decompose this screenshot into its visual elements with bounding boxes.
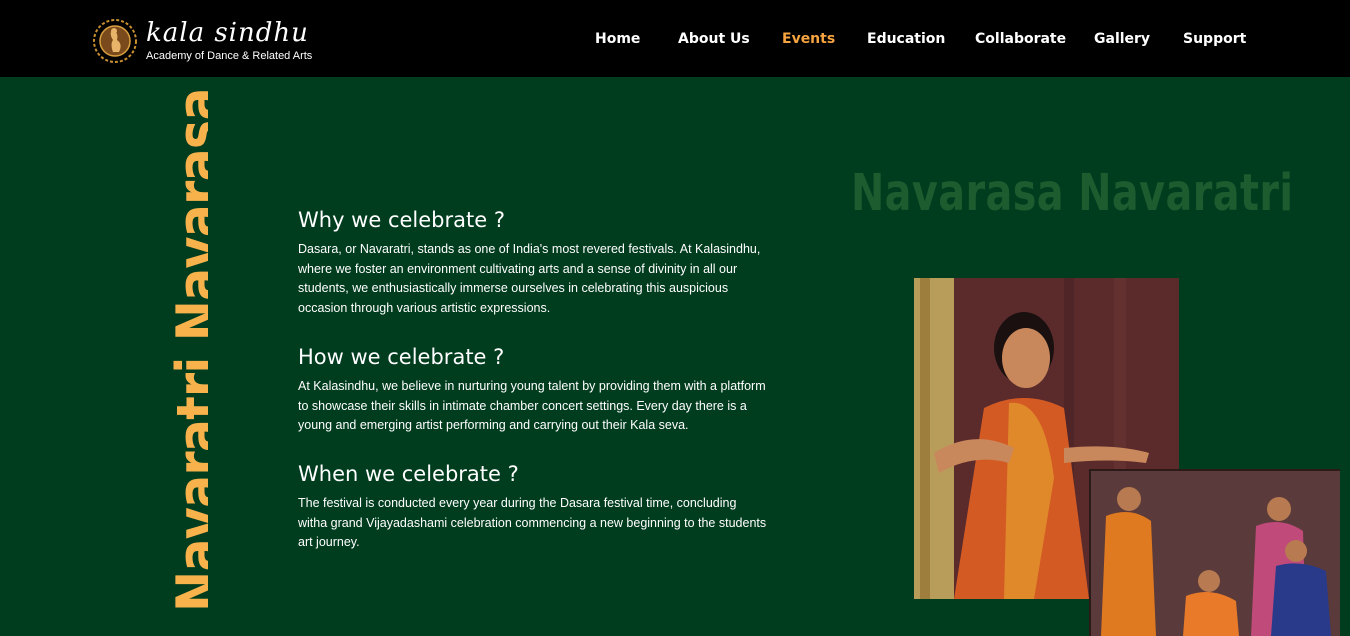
section-why: Why we celebrate ? Dasara, or Navaratri,… — [298, 206, 768, 319]
brand-tagline: Academy of Dance & Related Arts — [146, 49, 313, 62]
marquee-text: Navaratri Navarasa Navaratri Navaras — [164, 77, 208, 612]
event-title: Navarasa Navaratri — [851, 164, 1294, 223]
nav-item-gallery[interactable]: Gallery — [1094, 31, 1150, 47]
brand-name: kala sindhu — [146, 17, 309, 48]
section-body: Dasara, or Navaratri, stands as one of I… — [298, 242, 761, 316]
nav-item-collaborate[interactable]: Collaborate — [975, 31, 1066, 47]
nav-item-support[interactable]: Support — [1183, 31, 1246, 47]
vertical-marquee: Navaratri Navarasa Navaratri Navaras — [108, 77, 208, 634]
section-heading: When we celebrate ? — [298, 461, 519, 486]
section-when: When we celebrate ? The festival is cond… — [298, 460, 768, 553]
brand-logo[interactable]: kala sindhu Academy of Dance & Related A… — [92, 14, 312, 68]
section-body: The festival is conducted every year dur… — [298, 495, 767, 550]
section-body: At Kalasindhu, we believe in nurturing y… — [298, 378, 766, 433]
nav-item-events[interactable]: Events — [782, 31, 835, 47]
nav-item-education[interactable]: Education — [867, 31, 945, 47]
section-how: How we celebrate ? At Kalasindhu, we bel… — [298, 343, 768, 436]
nav-item-home[interactable]: Home — [595, 31, 640, 47]
group-dancers-photo — [1089, 469, 1340, 636]
site-header: kala sindhu Academy of Dance & Related A… — [0, 0, 1350, 77]
dancer-emblem-icon — [92, 14, 138, 68]
nav-item-about-us[interactable]: About Us — [678, 31, 750, 47]
section-heading: How we celebrate ? — [298, 344, 505, 369]
event-content: Why we celebrate ? Dasara, or Navaratri,… — [298, 206, 768, 577]
section-heading: Why we celebrate ? — [298, 208, 505, 232]
